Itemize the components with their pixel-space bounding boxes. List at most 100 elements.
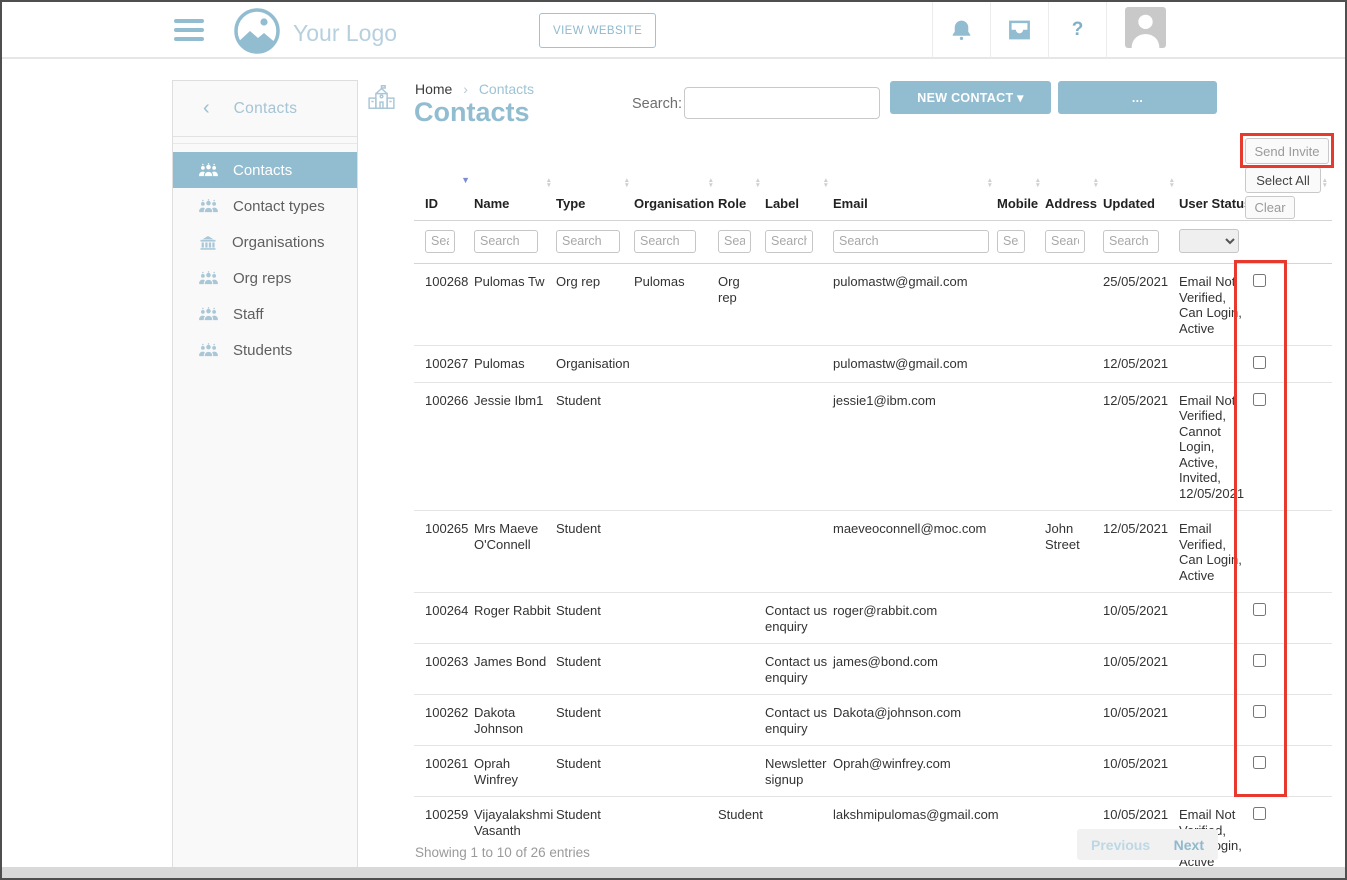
breadcrumb-current[interactable]: Contacts <box>479 81 534 97</box>
cell-role: Org rep <box>718 264 765 346</box>
cell-role <box>718 511 765 593</box>
sidebar-item-students[interactable]: Students <box>173 332 357 368</box>
filter-mobile-input[interactable] <box>997 230 1025 253</box>
breadcrumb-home-link[interactable]: Home <box>415 81 452 97</box>
view-website-button[interactable]: VIEW WEBSITE <box>539 13 656 48</box>
sort-both-icon[interactable]: ▲▼ <box>708 178 714 189</box>
send-invite-button[interactable]: Send Invite <box>1245 138 1329 164</box>
bottom-bar <box>2 867 1345 878</box>
sort-both-icon[interactable]: ▲▼ <box>1322 178 1328 189</box>
help-icon[interactable]: ? <box>1048 2 1106 58</box>
sidebar-item-contact-types[interactable]: Contact types <box>173 188 357 224</box>
column-header-updated: Updated <box>1103 190 1179 221</box>
inbox-tray-icon[interactable] <box>990 2 1048 58</box>
cell-label <box>765 346 833 383</box>
cell-label: Contact us enquiry <box>765 593 833 644</box>
row-select-checkbox[interactable] <box>1253 756 1266 769</box>
filter-id-input[interactable] <box>425 230 455 253</box>
top-bar: Your Logo VIEW WEBSITE ? <box>2 2 1345 59</box>
sidebar-item-contacts[interactable]: Contacts <box>173 152 357 188</box>
cell-id: 100263 <box>414 644 474 695</box>
cell-mobile <box>997 346 1045 383</box>
sidebar-item-staff[interactable]: Staff <box>173 296 357 332</box>
cell-mobile <box>997 695 1045 746</box>
sort-both-icon[interactable]: ▲▼ <box>1169 178 1175 189</box>
row-select-checkbox[interactable] <box>1253 356 1266 369</box>
cell-user_status <box>1179 593 1251 644</box>
cell-checkbox <box>1251 382 1332 511</box>
sidebar-item-org-reps[interactable]: Org reps <box>173 260 357 296</box>
sort-cell-label: ▲▼ <box>765 167 833 190</box>
sidebar-item-organisations[interactable]: Organisations <box>173 224 357 260</box>
sort-both-icon[interactable]: ▲▼ <box>546 178 552 189</box>
previous-page-button[interactable]: Previous <box>1091 837 1150 853</box>
sort-both-icon[interactable]: ▲▼ <box>1093 178 1099 189</box>
logo: Your Logo <box>233 7 397 60</box>
filter-type-input[interactable] <box>556 230 620 253</box>
row-select-checkbox[interactable] <box>1253 807 1266 820</box>
new-contact-button[interactable]: NEW CONTACT ▾ <box>890 81 1051 114</box>
row-select-checkbox[interactable] <box>1253 705 1266 718</box>
table-row: 100261Oprah WinfreyStudentNewsletter sig… <box>414 746 1332 797</box>
cell-id: 100265 <box>414 511 474 593</box>
sort-both-icon[interactable]: ▲▼ <box>755 178 761 189</box>
school-building-icon[interactable] <box>368 84 395 115</box>
sort-both-icon[interactable]: ▲▼ <box>1035 178 1041 189</box>
sort-cell-role: ▲▼ <box>718 167 765 190</box>
row-select-checkbox[interactable] <box>1253 603 1266 616</box>
app-window: Your Logo VIEW WEBSITE ? <box>0 0 1347 880</box>
filter-email-input[interactable] <box>833 230 989 253</box>
filter-organisation-input[interactable] <box>634 230 696 253</box>
filter-label-input[interactable] <box>765 230 813 253</box>
column-header-address: Address <box>1045 190 1103 221</box>
row-select-checkbox[interactable] <box>1253 393 1266 406</box>
sort-both-icon[interactable]: ▲▼ <box>823 178 829 189</box>
cell-updated: 12/05/2021 <box>1103 382 1179 511</box>
filter-name-input[interactable] <box>474 230 538 253</box>
filter-user_status-select[interactable] <box>1179 229 1239 253</box>
cell-type: Student <box>556 593 634 644</box>
sort-cell-updated: ▲▼ <box>1103 167 1179 190</box>
cell-name: Pulomas Tw <box>474 264 556 346</box>
cell-id: 100262 <box>414 695 474 746</box>
top-icon-group: ? <box>932 2 1347 58</box>
cell-type: Student <box>556 746 634 797</box>
sidebar-back-header[interactable]: ‹ Contacts <box>173 81 357 137</box>
row-select-checkbox[interactable] <box>1253 654 1266 667</box>
hamburger-menu-icon[interactable] <box>174 19 204 43</box>
sort-cell-address: ▲▼ <box>1045 167 1103 190</box>
cell-checkbox <box>1251 695 1332 746</box>
more-actions-button[interactable]: ... <box>1058 81 1217 114</box>
cell-address <box>1045 593 1103 644</box>
filter-role-input[interactable] <box>718 230 751 253</box>
clear-selection-button[interactable]: Clear <box>1245 196 1295 219</box>
user-avatar[interactable] <box>1125 7 1166 53</box>
notifications-bell-icon[interactable] <box>932 2 990 58</box>
column-header-label: Label <box>765 190 833 221</box>
sort-both-icon[interactable]: ▲▼ <box>624 178 630 189</box>
global-search-input[interactable] <box>684 87 880 119</box>
sort-desc-icon[interactable]: ▼ <box>461 175 470 185</box>
row-select-checkbox[interactable] <box>1253 274 1266 287</box>
filter-updated-input[interactable] <box>1103 230 1159 253</box>
column-header-mobile: Mobile <box>997 190 1045 221</box>
next-page-button[interactable]: Next <box>1174 837 1204 853</box>
cell-role <box>718 593 765 644</box>
sort-both-icon[interactable]: ▲▼ <box>987 178 993 189</box>
sort-cell-organisation: ▲▼ <box>634 167 718 190</box>
chevron-left-icon[interactable]: ‹ <box>203 97 210 120</box>
filter-cell-updated <box>1103 221 1179 264</box>
cell-email: maeveoconnell@moc.com <box>833 511 997 593</box>
sort-cell-type: ▲▼ <box>556 167 634 190</box>
cell-organisation <box>634 346 718 383</box>
filter-address-input[interactable] <box>1045 230 1085 253</box>
logo-text: Your Logo <box>293 20 397 47</box>
filter-cell-address <box>1045 221 1103 264</box>
table-row: 100268Pulomas TwOrg repPulomasOrg reppul… <box>414 264 1332 346</box>
cell-checkbox <box>1251 593 1332 644</box>
cell-address <box>1045 382 1103 511</box>
cell-updated: 10/05/2021 <box>1103 644 1179 695</box>
cell-address: John Street <box>1045 511 1103 593</box>
select-all-button[interactable]: Select All <box>1245 167 1321 193</box>
column-header-role: Role <box>718 190 765 221</box>
